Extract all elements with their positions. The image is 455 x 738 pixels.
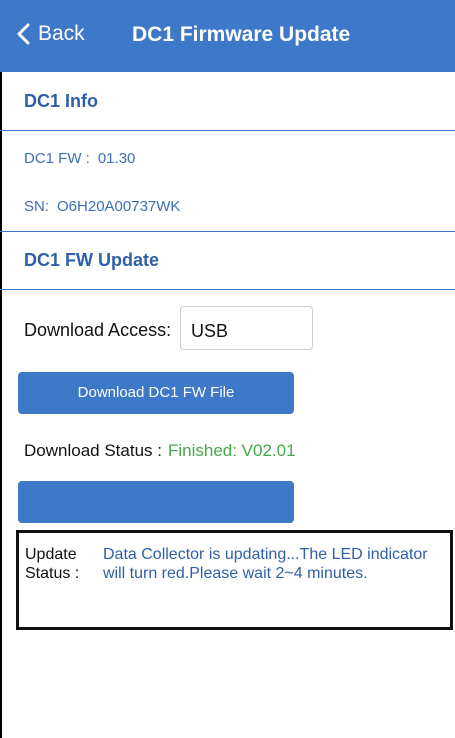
download-access-label: Download Access: [24, 320, 172, 340]
info-section-title: DC1 Info [24, 91, 98, 111]
update-status-text: Data Collector is updating...The LED ind… [103, 546, 428, 582]
sn-value: O6H20A00737WK [57, 198, 181, 215]
fw-value: 01.30 [97, 150, 136, 167]
download-status: Download Status : Finished: V02.01 [24, 441, 296, 461]
update-section-title: DC1 FW Update [24, 250, 159, 270]
back-button[interactable]: Back [16, 22, 85, 46]
download-access-select[interactable]: USB [180, 306, 313, 350]
update-button[interactable] [18, 481, 294, 523]
chevron-left-icon [17, 23, 30, 45]
back-label: Back [38, 22, 85, 45]
fw-label: DC1 FW : [24, 150, 90, 167]
update-section-header: DC1 FW Update [0, 231, 455, 290]
fw-row: DC1 FW : 01.30 [24, 150, 135, 167]
info-section-header: DC1 Info [0, 72, 455, 131]
nav-header: Back DC1 Firmware Update [0, 0, 455, 72]
page-title: DC1 Firmware Update [132, 23, 351, 46]
download-status-value: Finished: V02.01 [167, 441, 296, 460]
sn-label: SN: [24, 198, 50, 215]
download-fw-button[interactable]: Download DC1 FW File [18, 372, 294, 414]
update-status-label: Update Status : [25, 546, 80, 582]
download-status-label: Download Status : [24, 441, 162, 460]
sn-row: SN: O6H20A00737WK [24, 198, 180, 215]
download-access-value: USB [191, 321, 229, 341]
update-status-box: Update Status : Data Collector is updati… [16, 530, 453, 630]
